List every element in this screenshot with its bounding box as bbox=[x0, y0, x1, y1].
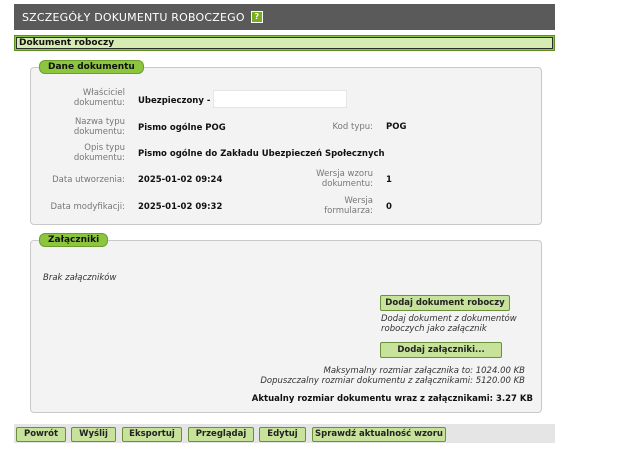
section-title: Dokument roboczy bbox=[19, 38, 115, 48]
page-title: SZCZEGÓŁY DOKUMENTU ROBOCZEGO bbox=[22, 10, 245, 24]
pattern-version-value: 1 bbox=[386, 175, 392, 185]
current-size-text: Aktualny rozmiar dokumentu wraz z załącz… bbox=[251, 394, 533, 404]
pattern-version-label: Wersja wzoru dokumentu: bbox=[316, 169, 373, 189]
form-version-label: Wersja formularza: bbox=[324, 196, 373, 216]
add-attachments-button[interactable]: Dodaj załączniki... bbox=[380, 342, 502, 358]
owner-value: Ubezpieczony - bbox=[138, 96, 211, 106]
check-pattern-button[interactable]: Sprawdź aktualność wzoru bbox=[312, 427, 446, 442]
view-button[interactable]: Przeglądaj bbox=[188, 427, 254, 442]
add-draft-note: Dodaj dokument z dokumentów roboczych ja… bbox=[381, 314, 517, 334]
document-data-panel-title: Dane dokumentu bbox=[39, 60, 144, 74]
form-version-value: 0 bbox=[386, 202, 392, 212]
owner-name-field bbox=[213, 90, 347, 108]
help-icon[interactable]: ? bbox=[250, 11, 263, 23]
created-label: Data utworzenia: bbox=[52, 175, 125, 185]
edit-button[interactable]: Edytuj bbox=[259, 427, 306, 442]
section-bar: Dokument roboczy bbox=[14, 35, 555, 51]
owner-label: Właściciel dokumentu: bbox=[73, 88, 125, 108]
created-value: 2025-01-02 09:24 bbox=[138, 175, 223, 185]
send-button[interactable]: Wyślij bbox=[71, 427, 116, 442]
attachments-panel-title: Załączniki bbox=[39, 233, 109, 247]
modified-label: Data modyfikacji: bbox=[50, 202, 126, 212]
max-size-text: Maksymalny rozmiar załącznika to: 1024.0… bbox=[323, 366, 526, 376]
type-name-label: Nazwa typu dokumentu: bbox=[73, 117, 125, 137]
back-button[interactable]: Powrót bbox=[16, 427, 66, 442]
add-draft-document-button[interactable]: Dodaj dokument roboczy bbox=[380, 295, 510, 311]
page-header: SZCZEGÓŁY DOKUMENTU ROBOCZEGO ? bbox=[14, 4, 555, 30]
type-name-value: Pismo ogólne POG bbox=[138, 123, 226, 133]
type-code-label: Kod typu: bbox=[332, 122, 373, 132]
modified-value: 2025-01-02 09:32 bbox=[138, 202, 223, 212]
attachments-panel: Załączniki Brak załączników Dodaj dokume… bbox=[30, 233, 542, 413]
export-button[interactable]: Eksportuj bbox=[122, 427, 182, 442]
no-attachments-text: Brak załączników bbox=[43, 273, 117, 283]
type-desc-label: Opis typu dokumentu: bbox=[73, 143, 125, 163]
type-desc-value: Pismo ogólne do Zakładu Ubezpieczeń Społ… bbox=[138, 149, 385, 159]
type-code-value: POG bbox=[386, 122, 407, 132]
allowed-size-text: Dopuszczalny rozmiar dokumentu z załączn… bbox=[260, 376, 525, 386]
document-data-panel: Dane dokumentu Właściciel dokumentu: Ube… bbox=[30, 60, 542, 225]
